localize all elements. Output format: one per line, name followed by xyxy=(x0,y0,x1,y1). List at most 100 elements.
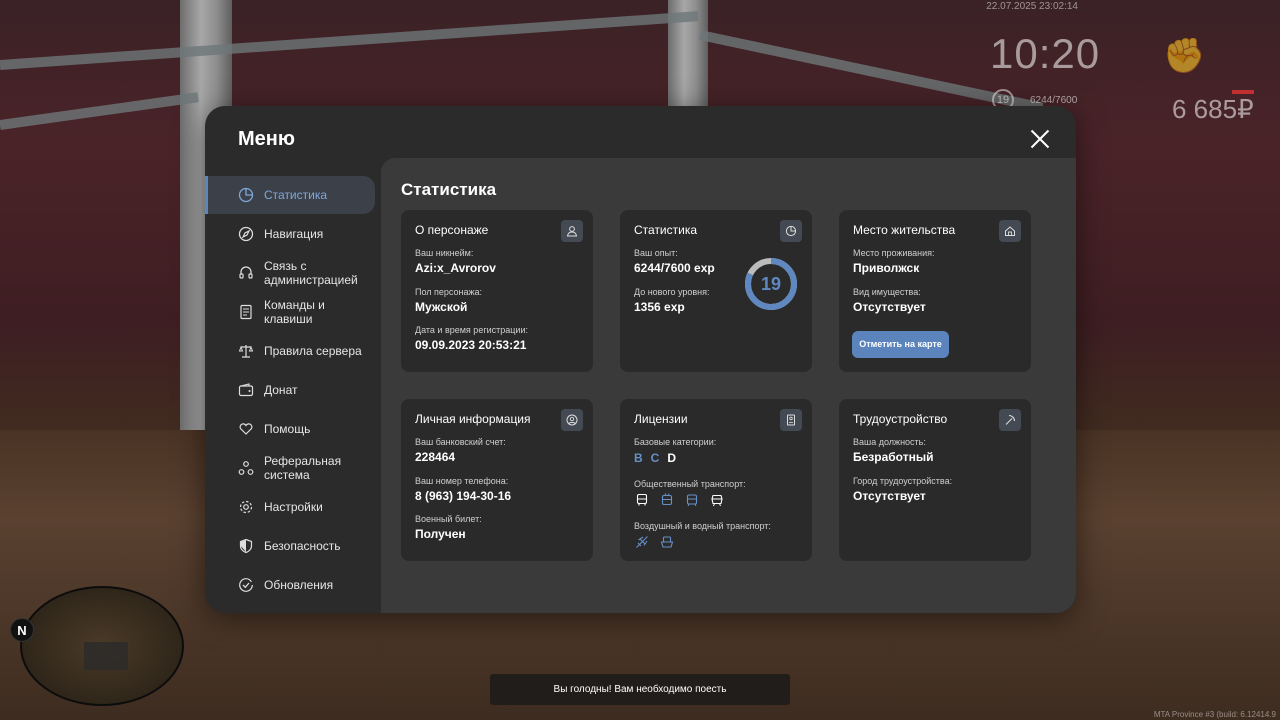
licenses-card: Лицензии Базовые категории: B C D Общест… xyxy=(620,399,812,561)
next-level-value: 1356 exp xyxy=(634,300,685,314)
content-title: Статистика xyxy=(401,180,497,199)
card-title: Личная информация xyxy=(415,412,531,426)
sidebar-item-rules[interactable]: Правила сервера xyxy=(205,332,375,370)
military-label: Военный билет: xyxy=(415,514,482,524)
update-check-icon xyxy=(238,577,254,593)
hud-money: 6 685₽ xyxy=(1172,94,1254,124)
category-c: C xyxy=(650,451,660,465)
metro-icon xyxy=(709,492,724,507)
gender-label: Пол персонажа: xyxy=(415,287,483,297)
category-b: B xyxy=(634,451,643,465)
airplane-icon xyxy=(634,534,649,549)
sidebar-item-commands[interactable]: Команды и клавиши xyxy=(205,293,375,331)
hud-datetime: 22.07.2025 23:02:14 xyxy=(986,1,1078,12)
job-city-value: Отсутствует xyxy=(853,489,926,503)
position-value: Безработный xyxy=(853,450,934,464)
gear-icon xyxy=(238,499,254,515)
wallet-icon xyxy=(238,382,254,398)
headset-icon xyxy=(238,265,254,281)
character-card: О персонаже Ваш никнейм: Azi:x_Avrorov П… xyxy=(401,210,593,372)
sidebar-item-statistics[interactable]: Статистика xyxy=(205,176,375,214)
pie-chart-icon xyxy=(780,220,802,242)
beam xyxy=(0,11,699,70)
scales-icon xyxy=(238,343,254,359)
public-transport-row xyxy=(634,492,724,507)
military-value: Получен xyxy=(415,527,466,541)
sidebar-item-security[interactable]: Безопасность xyxy=(205,527,375,565)
registration-value: 09.09.2023 20:53:21 xyxy=(415,338,527,352)
sidebar-item-label: Команды и клавиши xyxy=(264,298,325,326)
position-label: Ваша должность: xyxy=(853,437,926,447)
minimap-player-marker xyxy=(84,642,128,670)
document-icon xyxy=(238,304,254,320)
property-value: Отсутствует xyxy=(853,300,926,314)
employment-card: Трудоустройство Ваша должность: Безработ… xyxy=(839,399,1031,561)
sidebar-item-label: Обновления xyxy=(264,578,334,592)
air-water-row xyxy=(634,534,674,549)
boat-icon xyxy=(659,534,674,549)
close-icon[interactable] xyxy=(1029,128,1051,150)
sidebar-item-donate[interactable]: Донат xyxy=(205,371,375,409)
user-icon xyxy=(561,220,583,242)
phone-label: Ваш номер телефона: xyxy=(415,476,509,486)
gender-value: Мужской xyxy=(415,300,468,314)
sidebar-item-admin-contact[interactable]: Связь с администрацией xyxy=(205,254,375,292)
menu-window: Меню Статистика Навигация Связь с админи… xyxy=(205,106,1076,613)
sidebar-item-label: Донат xyxy=(264,383,298,397)
place-label: Место проживания: xyxy=(853,248,935,258)
tram-icon xyxy=(684,492,699,507)
card-title: Трудоустройство xyxy=(853,412,948,426)
bank-label: Ваш банковский счет: xyxy=(415,437,506,447)
next-level-label: До нового уровня: xyxy=(634,287,710,297)
license-icon xyxy=(780,409,802,431)
sidebar-item-label: Навигация xyxy=(264,227,324,241)
bus-icon xyxy=(634,492,649,507)
residence-card: Место жительства Место проживания: Приво… xyxy=(839,210,1031,372)
hunger-notification: Вы голодны! Вам необходимо поесть xyxy=(490,674,790,705)
sidebar-item-label: Безопасность xyxy=(264,539,341,553)
property-label: Вид имущества: xyxy=(853,287,921,297)
categories-row: B C D xyxy=(634,451,676,465)
sidebar-item-navigation[interactable]: Навигация xyxy=(205,215,375,253)
menu-title: Меню xyxy=(238,128,295,150)
sidebar-item-referral[interactable]: Реферальная система xyxy=(205,449,375,487)
registration-label: Дата и время регистрации: xyxy=(415,325,528,335)
beam xyxy=(0,92,199,130)
card-title: Лицензии xyxy=(634,412,688,426)
fist-icon: ✊ xyxy=(1163,37,1206,75)
personal-info-card: Личная информация Ваш банковский счет: 2… xyxy=(401,399,593,561)
sidebar-item-label: Правила сервера xyxy=(264,344,362,358)
shield-icon xyxy=(238,538,254,554)
place-value: Приволжск xyxy=(853,261,920,275)
air-water-label: Воздушный и водный транспорт: xyxy=(634,521,771,531)
sidebar-item-settings[interactable]: Настройки xyxy=(205,488,375,526)
card-title: О персонаже xyxy=(415,223,489,237)
home-icon xyxy=(999,220,1021,242)
sidebar-item-label: Реферальная система xyxy=(264,454,342,482)
trolleybus-icon xyxy=(659,492,674,507)
card-title: Место жительства xyxy=(853,223,956,237)
sidebar-item-label: Помощь xyxy=(264,422,311,436)
sidebar-item-updates[interactable]: Обновления xyxy=(205,566,375,604)
compass-icon xyxy=(238,226,254,242)
sidebar-item-label: Связь с администрацией xyxy=(264,259,358,287)
exp-value: 6244/7600 exp xyxy=(634,261,715,275)
nickname-label: Ваш никнейм: xyxy=(415,248,474,258)
bank-value: 228464 xyxy=(415,450,456,464)
pickaxe-icon xyxy=(999,409,1021,431)
sidebar-item-help[interactable]: Помощь xyxy=(205,410,375,448)
heart-hand-icon xyxy=(238,421,254,437)
sidebar-item-label: Статистика xyxy=(264,188,328,202)
content-panel: Статистика О персонаже Ваш никнейм: Azi:… xyxy=(381,158,1076,613)
category-d: D xyxy=(667,451,677,465)
card-title: Статистика xyxy=(634,223,698,237)
referral-icon xyxy=(238,460,254,476)
mark-on-map-button[interactable]: Отметить на карте xyxy=(852,331,949,358)
pie-chart-icon xyxy=(238,187,254,203)
phone-value: 8 (963) 194-30-16 xyxy=(415,489,512,503)
nickname-value: Azi:x_Avrorov xyxy=(415,261,496,275)
statistics-card: Статистика Ваш опыт: 6244/7600 exp До но… xyxy=(620,210,812,372)
user-circle-icon xyxy=(561,409,583,431)
level-number: 19 xyxy=(760,274,782,294)
build-info: MTA Province #3 (build: 6.12414.9 xyxy=(1153,710,1276,719)
